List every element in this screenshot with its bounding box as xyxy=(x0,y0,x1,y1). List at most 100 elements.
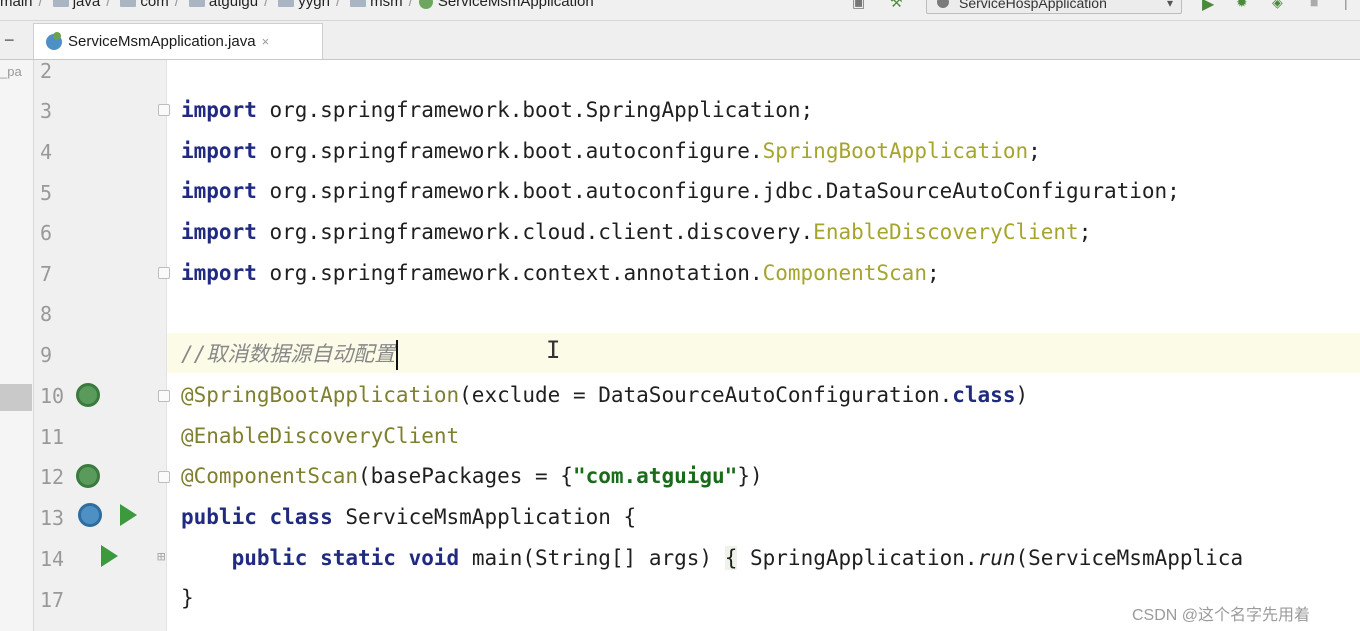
breadcrumb-item-class[interactable]: ServiceMsmApplication xyxy=(418,0,594,10)
spring-icon xyxy=(418,0,433,9)
project-panel-edge: _pa xyxy=(0,60,34,631)
keyword: import xyxy=(181,261,257,285)
code-line-14[interactable]: public static void main(String[] args) {… xyxy=(181,538,1243,578)
breadcrumb-label: java xyxy=(72,0,101,10)
punctuation: ; xyxy=(1078,220,1092,244)
keyword: import xyxy=(181,98,257,122)
line-number: 9 xyxy=(40,343,53,367)
code-line-13[interactable]: public class ServiceMsmApplication { xyxy=(181,497,636,537)
line-number: 17 xyxy=(40,588,65,612)
breadcrumb-label: main xyxy=(0,0,33,10)
chevron-down-icon: ▾ xyxy=(1166,0,1173,10)
method-call-args: (ServiceMsmApplica xyxy=(1015,546,1244,570)
code-line-17[interactable]: } xyxy=(181,578,194,618)
debug-icon[interactable]: ✹ xyxy=(1236,0,1248,11)
fold-icon[interactable] xyxy=(158,471,170,483)
line-number: 4 xyxy=(40,140,53,164)
code-line-5[interactable]: import org.springframework.boot.autoconf… xyxy=(181,171,1180,211)
close-icon[interactable]: × xyxy=(262,34,270,49)
breadcrumb-separator: / xyxy=(106,0,111,10)
breadcrumb-separator: / xyxy=(335,0,341,10)
keyword: import xyxy=(181,139,257,163)
breadcrumb-label: com xyxy=(140,0,169,10)
breadcrumb-item-msm[interactable]: msm xyxy=(346,0,403,10)
bean-icon[interactable] xyxy=(76,383,100,407)
code-line-6[interactable]: import org.springframework.cloud.client.… xyxy=(181,212,1091,252)
fold-icon[interactable] xyxy=(158,104,170,116)
annotation-args: (basePackages = { xyxy=(358,464,573,488)
keyword: public static void xyxy=(231,546,460,570)
code-line-10[interactable]: @SpringBootApplication(exclude = DataSou… xyxy=(181,375,1028,415)
breadcrumb-item-main[interactable]: main xyxy=(0,0,33,10)
line-number: 11 xyxy=(40,425,65,449)
breadcrumb-separator: / xyxy=(408,0,413,10)
class-reference: SpringBootApplication xyxy=(762,139,1029,163)
punctuation: ; xyxy=(1028,139,1041,163)
punctuation: ) xyxy=(1015,383,1029,407)
punctuation: ; xyxy=(926,261,940,285)
keyword: import xyxy=(181,220,257,244)
folded-brace[interactable]: { xyxy=(724,546,738,570)
class-reference: EnableDiscoveryClient xyxy=(813,220,1079,244)
line-number: 6 xyxy=(40,221,53,245)
class-reference: ComponentScan xyxy=(762,261,927,285)
bean-icon[interactable] xyxy=(76,464,100,488)
spring-class-icon xyxy=(46,31,62,50)
code-line-9[interactable]: //取消数据源自动配置 xyxy=(181,334,399,374)
fold-icon[interactable] xyxy=(158,390,170,402)
expand-icon[interactable]: ⊞ xyxy=(157,549,165,565)
breadcrumb-label: msm xyxy=(370,0,403,10)
folder-icon xyxy=(188,0,205,7)
coverage-icon[interactable]: ◈ xyxy=(1272,0,1283,11)
breadcrumb-item-java[interactable]: java xyxy=(49,0,101,10)
run-icon[interactable]: ▶ xyxy=(1202,0,1214,14)
annotation-args: (exclude = DataSourceAutoConfiguration. xyxy=(459,383,953,407)
breadcrumb-item-atguigu[interactable]: atguigu xyxy=(185,0,258,10)
code-line-12[interactable]: @ComponentScan(basePackages = {"com.atgu… xyxy=(181,456,763,496)
navigation-bar: main / java / com / atguigu / yygh / msm… xyxy=(0,0,1360,21)
import-path: org.springframework.boot.autoconfigure. xyxy=(269,139,763,163)
text-caret xyxy=(396,340,399,370)
line-number: 2 xyxy=(40,59,53,83)
run-config-select[interactable]: ServiceHospApplication ▾ xyxy=(926,0,1182,14)
breadcrumb-label: yygh xyxy=(298,0,330,10)
code-line-4[interactable]: import org.springframework.boot.autoconf… xyxy=(181,131,1041,171)
import-path: org.springframework.boot.SpringApplicati… xyxy=(269,98,814,122)
punctuation: }) xyxy=(737,464,763,488)
keyword: import xyxy=(181,179,257,203)
code-comment: //取消数据源自动配置 xyxy=(181,342,396,366)
preview-icon[interactable]: ▣ xyxy=(852,0,865,11)
folder-icon xyxy=(278,0,295,7)
line-number: 8 xyxy=(40,302,53,326)
toolbar-separator: | xyxy=(1344,0,1348,10)
run-main-icon[interactable] xyxy=(101,545,118,567)
annotation: @EnableDiscoveryClient xyxy=(181,424,460,448)
fold-icon[interactable] xyxy=(158,267,170,279)
code-line-3[interactable]: import org.springframework.boot.SpringAp… xyxy=(181,90,813,130)
code-line-11[interactable]: @EnableDiscoveryClient xyxy=(181,416,459,456)
line-number: 7 xyxy=(40,262,53,286)
line-number: 5 xyxy=(40,181,53,205)
collapse-icon[interactable]: − xyxy=(4,30,15,51)
string-literal: "com.atguigu" xyxy=(572,464,738,488)
tab-service-msm-application[interactable]: ServiceMsmApplication.java × xyxy=(33,23,323,59)
keyword: class xyxy=(952,383,1016,407)
line-number: 3 xyxy=(40,99,53,123)
spring-bean-class-icon[interactable] xyxy=(78,503,102,527)
closing-brace: } xyxy=(181,586,194,610)
line-number: 12 xyxy=(40,465,65,489)
line-number: 14 xyxy=(40,547,65,571)
breadcrumb: main / java / com / atguigu / yygh / msm… xyxy=(0,0,594,10)
run-class-icon[interactable] xyxy=(120,504,137,526)
static-method-name: run xyxy=(977,546,1016,570)
build-hammer-icon[interactable]: ⚒ xyxy=(890,0,903,11)
breadcrumb-label: atguigu xyxy=(208,0,259,10)
import-path: org.springframework.context.annotation. xyxy=(269,261,763,285)
run-config-label: ServiceHospApplication xyxy=(959,0,1107,11)
breadcrumb-item-com[interactable]: com xyxy=(116,0,169,10)
stop-icon[interactable]: ■ xyxy=(1310,0,1318,10)
class-declaration: ServiceMsmApplication { xyxy=(345,505,637,529)
folder-icon xyxy=(52,0,69,7)
code-line-7[interactable]: import org.springframework.context.annot… xyxy=(181,253,940,293)
breadcrumb-item-yygh[interactable]: yygh xyxy=(274,0,330,10)
